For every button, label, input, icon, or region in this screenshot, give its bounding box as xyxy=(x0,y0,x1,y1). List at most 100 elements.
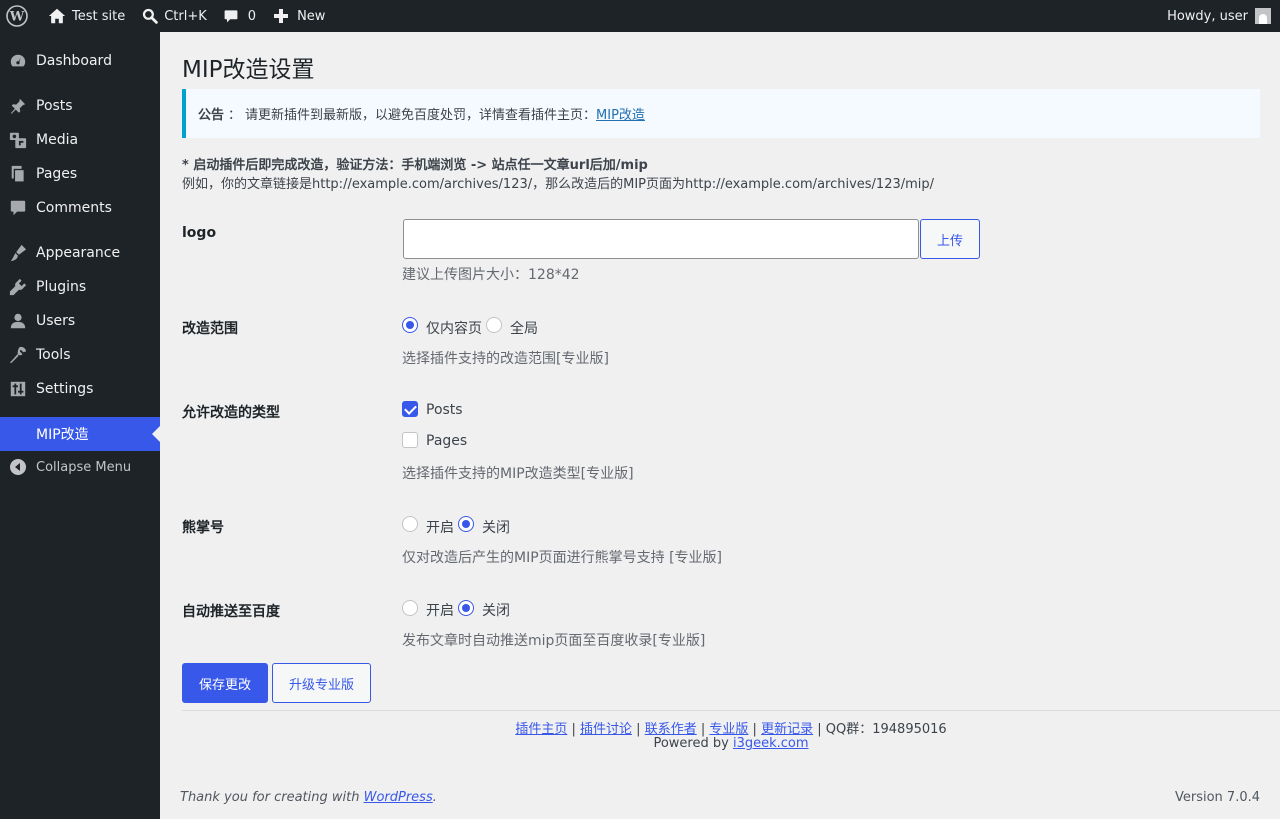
sidebar-item-label: Comments xyxy=(36,200,112,216)
sidebar-item-label: Pages xyxy=(36,166,78,182)
sidebar-item-tools[interactable]: Tools xyxy=(0,338,160,372)
xiongzhang-option-off: 关闭 xyxy=(482,520,510,536)
type-option-posts: Posts xyxy=(426,402,463,418)
search-icon xyxy=(143,8,159,24)
sidebar-item-posts[interactable]: Posts xyxy=(0,89,160,123)
sidebar-item-appearance[interactable]: Appearance xyxy=(0,236,160,270)
type-checkbox-pages[interactable] xyxy=(402,432,418,448)
svg-text:W: W xyxy=(9,10,25,25)
link-separator: | xyxy=(752,722,757,737)
powered-prefix: Powered by xyxy=(653,736,729,751)
link-separator: | xyxy=(571,722,576,737)
xiongzhang-label: 熊掌号 xyxy=(182,520,224,536)
sidebar-item-label: Posts xyxy=(36,98,73,114)
types-description: 选择插件支持的MIP改造类型[专业版] xyxy=(402,466,634,482)
upload-button[interactable]: 上传 xyxy=(920,219,980,259)
link-separator: | xyxy=(817,722,822,737)
page-title: MIP改造设置 xyxy=(182,57,315,83)
footer-thanks: Thank you for creating with WordPress. xyxy=(180,790,437,805)
sidebar-item-label: Settings xyxy=(36,381,94,397)
new-content-button[interactable]: New xyxy=(264,0,333,32)
autopush-radio-off[interactable] xyxy=(458,600,474,616)
link-pro-version[interactable]: 专业版 xyxy=(709,722,748,737)
settings-icon xyxy=(10,381,26,397)
powered-by: Powered by i3geek.com xyxy=(182,736,1280,751)
link-plugin-home[interactable]: 插件主页 xyxy=(515,722,567,737)
scope-radio-content[interactable] xyxy=(402,317,418,333)
howdy-label: Howdy, user xyxy=(1167,8,1248,24)
autopush-option-off: 关闭 xyxy=(482,603,510,619)
search-shortcut-label: Ctrl+K xyxy=(164,8,207,24)
sidebar-item-label: Dashboard xyxy=(36,53,112,69)
sidebar-item-label: Appearance xyxy=(36,245,121,261)
footer-version: Version 7.0.4 xyxy=(1174,790,1260,805)
sidebar-item-label: Tools xyxy=(36,347,71,363)
scope-radio-global[interactable] xyxy=(486,317,502,333)
notice-box: 公告： 请更新插件到最新版，以避免百度处罚，详情查看插件主页： MIP改造 xyxy=(182,89,1260,138)
home-icon xyxy=(48,8,66,24)
new-label: New xyxy=(297,8,326,24)
pages-icon xyxy=(11,165,25,183)
logo-url-input[interactable] xyxy=(403,219,919,259)
xiongzhang-radio-off[interactable] xyxy=(458,516,474,532)
plus-icon xyxy=(274,9,289,23)
command-search-button[interactable]: Ctrl+K xyxy=(133,0,215,32)
account-menu[interactable]: Howdy, user xyxy=(1167,0,1280,32)
sidebar-item-comments[interactable]: Comments xyxy=(0,191,160,225)
link-plugin-discussion[interactable]: 插件讨论 xyxy=(580,722,632,737)
autopush-label: 自动推送至百度 xyxy=(182,604,280,620)
logo-label: logo xyxy=(182,225,217,241)
plugin-links: 插件主页 | 插件讨论 | 联系作者 | 专业版 | 更新记录 | QQ群：19… xyxy=(182,718,1280,737)
sidebar-item-plugins[interactable]: Plugins xyxy=(0,270,160,304)
intro-example: 例如，你的文章链接是http://example.com/archives/12… xyxy=(182,177,935,192)
sidebar-item-pages[interactable]: Pages xyxy=(0,157,160,191)
plugin-icon xyxy=(9,278,27,296)
intro-instruction: * 启动插件后即完成改造，验证方法：手机端浏览 -> 站点任一文章url后加/m… xyxy=(182,158,648,173)
powered-link[interactable]: i3geek.com xyxy=(733,736,809,751)
media-icon xyxy=(9,132,27,149)
sidebar-item-settings[interactable]: Settings xyxy=(0,372,160,406)
admin-bar: W Test site Ctrl+K 0 New Howdy, user xyxy=(0,0,1280,32)
divider xyxy=(182,710,1280,711)
site-name-link[interactable]: Test site xyxy=(36,0,133,32)
autopush-description: 发布文章时自动推送mip页面至百度收录[专业版] xyxy=(402,633,706,649)
wordpress-link[interactable]: WordPress xyxy=(364,790,433,805)
comments-count: 0 xyxy=(247,8,257,24)
comments-link[interactable]: 0 xyxy=(215,0,264,32)
scope-option-global: 全局 xyxy=(510,321,538,337)
collapse-menu-label: Collapse Menu xyxy=(36,459,132,475)
sidebar-item-media[interactable]: Media xyxy=(0,123,160,157)
logo-description: 建议上传图片大小：128*42 xyxy=(402,267,580,283)
dashboard-icon xyxy=(10,54,26,67)
sidebar-item-label: Plugins xyxy=(36,279,87,295)
wordpress-logo-button[interactable]: W xyxy=(0,0,36,32)
notice-colon: ： xyxy=(228,108,242,123)
xiongzhang-radio-on[interactable] xyxy=(402,516,418,532)
type-checkbox-posts[interactable] xyxy=(402,401,418,417)
site-name-label: Test site xyxy=(72,8,126,24)
xiongzhang-description: 仅对改造后产生的MIP页面进行熊掌号支持 [专业版] xyxy=(402,550,723,566)
notice-plugin-link[interactable]: MIP改造 xyxy=(596,104,645,123)
user-icon xyxy=(10,313,26,329)
notice-label: 公告 xyxy=(198,108,225,123)
sidebar-item-users[interactable]: Users xyxy=(0,304,160,338)
wordpress-logo-icon: W xyxy=(6,5,28,27)
sidebar-item-label: Media xyxy=(36,132,79,148)
avatar xyxy=(1255,8,1271,24)
save-button[interactable]: 保存更改 xyxy=(182,663,268,703)
xiongzhang-option-on: 开启 xyxy=(426,520,454,536)
autopush-radio-on[interactable] xyxy=(402,600,418,616)
scope-label: 改造范围 xyxy=(182,321,238,337)
upgrade-button[interactable]: 升级专业版 xyxy=(272,663,371,703)
types-label: 允许改造的类型 xyxy=(182,405,280,421)
sidebar-item-mip[interactable]: MIP改造 xyxy=(0,417,160,451)
admin-sidebar: Dashboard Posts Media Pages Comments App… xyxy=(0,32,160,819)
comment-icon xyxy=(10,200,26,216)
sidebar-item-label: Users xyxy=(36,313,76,329)
link-changelog[interactable]: 更新记录 xyxy=(761,722,813,737)
type-option-pages: Pages xyxy=(426,433,468,449)
sidebar-item-dashboard[interactable]: Dashboard xyxy=(0,44,160,78)
collapse-menu-button[interactable]: Collapse Menu xyxy=(0,450,160,484)
autopush-option-on: 开启 xyxy=(426,603,454,619)
link-contact-author[interactable]: 联系作者 xyxy=(645,722,697,737)
